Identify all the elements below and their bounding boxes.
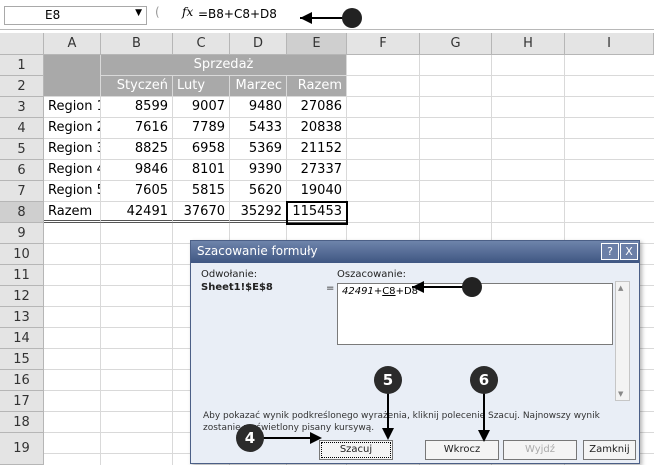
value-cell[interactable]: 7616 xyxy=(101,118,173,139)
value-cell[interactable]: 20838 xyxy=(287,118,347,139)
header-title: Sprzedaż xyxy=(193,57,254,72)
plus-sign: + xyxy=(373,286,383,297)
row-header[interactable]: 4 xyxy=(0,118,44,139)
column-header-f[interactable]: F xyxy=(347,33,420,55)
header-title-cell[interactable]: Sprzedaż xyxy=(101,55,347,76)
name-box-dropdown-icon[interactable]: ▼ xyxy=(135,8,142,18)
value-cell[interactable]: 5815 xyxy=(173,181,230,202)
step-in-button[interactable]: Wkrocz xyxy=(425,440,499,460)
scroll-up-icon[interactable]: ▲ xyxy=(618,284,623,292)
reference-label: Odwołanie: xyxy=(201,269,258,280)
value-cell[interactable]: 7789 xyxy=(173,118,230,139)
value-cell[interactable]: 7605 xyxy=(101,181,173,202)
row-header[interactable]: 16 xyxy=(0,370,44,391)
evaluation-scrollbar[interactable]: ▲ ▼ xyxy=(615,281,630,401)
callout-5: 5 xyxy=(374,366,402,394)
value-cell[interactable]: 5620 xyxy=(230,181,287,202)
month-header-cell[interactable]: Marzec xyxy=(230,76,287,97)
name-box-value: E8 xyxy=(45,8,61,22)
region-label[interactable]: Region 5 xyxy=(44,181,101,202)
row-header[interactable]: 15 xyxy=(0,349,44,370)
row-header[interactable]: 5 xyxy=(0,139,44,160)
evaluation-textbox[interactable]: 42491+C8+D8 xyxy=(337,283,613,345)
row-header[interactable]: 18 xyxy=(0,412,44,433)
region-label[interactable]: Region 2 xyxy=(44,118,101,139)
row-header[interactable]: 7 xyxy=(0,181,44,202)
cell-a1[interactable] xyxy=(44,55,101,97)
month-header-cell[interactable]: Luty xyxy=(173,76,230,97)
equals-sign: = xyxy=(326,283,335,294)
evaluation-label: Oszacowanie: xyxy=(337,269,407,280)
value-cell[interactable]: 9007 xyxy=(173,97,230,118)
column-header-i[interactable]: I xyxy=(565,33,654,55)
row-header[interactable]: 9 xyxy=(0,223,44,244)
month-header-cell[interactable]: Razem xyxy=(287,76,347,97)
close-button[interactable]: Zamknij xyxy=(583,440,636,460)
total-cell[interactable]: 37670 xyxy=(173,202,230,223)
name-box[interactable]: E8 ▼ xyxy=(4,6,147,25)
row-header[interactable]: 17 xyxy=(0,391,44,412)
select-all-corner[interactable] xyxy=(0,33,44,55)
active-cell-border xyxy=(286,201,348,225)
value-cell[interactable]: 9480 xyxy=(230,97,287,118)
remaining-part: +D8 xyxy=(395,286,419,297)
column-header-g[interactable]: G xyxy=(420,33,492,55)
row-header[interactable]: 13 xyxy=(0,307,44,328)
callout-4: 4 xyxy=(236,424,264,452)
close-icon[interactable]: X xyxy=(620,243,638,260)
value-cell[interactable]: 8825 xyxy=(101,139,173,160)
value-cell[interactable]: 9390 xyxy=(230,160,287,181)
dialog-title-bar[interactable]: Szacowanie formuły xyxy=(191,241,639,263)
total-cell[interactable]: 42491 xyxy=(101,202,173,223)
column-header-h[interactable]: H xyxy=(492,33,565,55)
value-cell[interactable]: 8599 xyxy=(101,97,173,118)
column-header-d[interactable]: D xyxy=(230,33,287,55)
evaluated-part: 42491 xyxy=(342,286,374,297)
step-out-button[interactable]: Wyjdź xyxy=(503,440,577,460)
value-cell[interactable]: 5433 xyxy=(230,118,287,139)
row-header[interactable]: 8 xyxy=(0,202,44,223)
value-cell[interactable]: 8101 xyxy=(173,160,230,181)
dialog-title: Szacowanie formuły xyxy=(197,244,318,258)
row-header[interactable]: 1 xyxy=(0,55,44,76)
insert-function-icon[interactable]: fx xyxy=(182,5,193,19)
value-cell[interactable]: 27337 xyxy=(287,160,347,181)
evaluation-expression: 42491+C8+D8 xyxy=(342,286,418,297)
row-header[interactable]: 10 xyxy=(0,244,44,265)
column-header-b[interactable]: B xyxy=(101,33,173,55)
column-header-c[interactable]: C xyxy=(173,33,230,55)
row-header[interactable]: 12 xyxy=(0,286,44,307)
help-button[interactable]: ? xyxy=(601,243,619,260)
row-header[interactable]: 3 xyxy=(0,97,44,118)
row-header[interactable]: 11 xyxy=(0,265,44,286)
month-header-cell[interactable]: Styczeń xyxy=(101,76,173,97)
formula-bar: E8 ▼ ( fx =B8+C8+D8 xyxy=(0,0,654,30)
value-cell[interactable]: 27086 xyxy=(287,97,347,118)
scroll-down-icon[interactable]: ▼ xyxy=(618,390,623,398)
row-header[interactable]: 19 xyxy=(0,433,44,465)
value-cell[interactable]: 19040 xyxy=(287,181,347,202)
value-cell[interactable]: 6958 xyxy=(173,139,230,160)
row-header[interactable]: 14 xyxy=(0,328,44,349)
row-header[interactable]: 2 xyxy=(0,76,44,97)
total-cell[interactable]: 35292 xyxy=(230,202,287,223)
value-cell[interactable]: 5369 xyxy=(230,139,287,160)
column-header-a[interactable]: A xyxy=(44,33,101,55)
evaluate-button[interactable]: Szacuj xyxy=(319,440,393,460)
formula-input[interactable]: =B8+C8+D8 xyxy=(198,7,277,21)
excel-window: E8 ▼ ( fx =B8+C8+D8 A B C D E F G H I 1 … xyxy=(0,0,654,465)
reference-value: Sheet1!$E$8 xyxy=(201,282,273,293)
region-label[interactable]: Region 4 xyxy=(44,160,101,181)
formula-cancel-icon[interactable]: ( xyxy=(155,5,167,23)
underlined-part: C8 xyxy=(382,286,396,297)
total-label[interactable]: Razem xyxy=(44,202,101,223)
region-label[interactable]: Region 1 xyxy=(44,97,101,118)
callout-6: 6 xyxy=(470,366,498,394)
row-header[interactable]: 6 xyxy=(0,160,44,181)
info-text: Aby pokazać wynik podkreślonego wyrażeni… xyxy=(203,411,600,433)
value-cell[interactable]: 9846 xyxy=(101,160,173,181)
region-label[interactable]: Region 3 xyxy=(44,139,101,160)
value-cell[interactable]: 21152 xyxy=(287,139,347,160)
column-header-e[interactable]: E xyxy=(287,33,347,55)
